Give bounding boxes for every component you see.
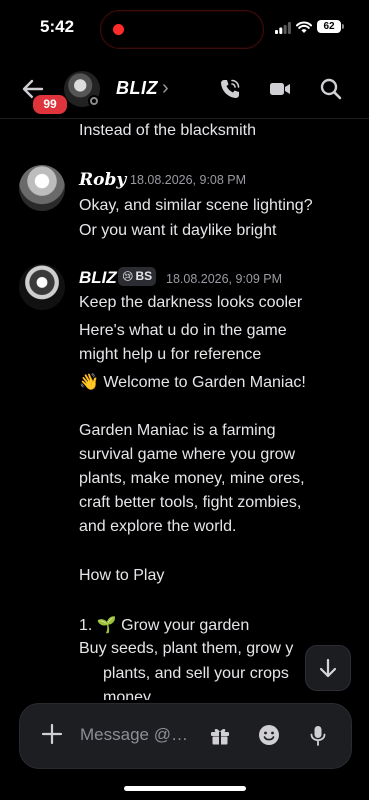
avatar[interactable]: [19, 165, 65, 211]
video-call-icon[interactable]: [268, 77, 292, 101]
message-text: 1. 🌱 Grow your garden: [79, 617, 250, 634]
message-timestamp: 18.08.2026, 9:09 PM: [166, 272, 283, 286]
home-indicator: [124, 786, 246, 791]
arrow-down-icon: [319, 658, 337, 678]
status-bar: 5:42 62: [0, 0, 369, 56]
message-timestamp: 18.08.2026, 9:08 PM: [130, 173, 247, 187]
user-tag: 😢 BS: [118, 267, 157, 286]
username[interactable]: BLIZ: [79, 268, 117, 288]
offline-status-icon: [88, 95, 100, 107]
message-input[interactable]: Message @…: [80, 725, 188, 745]
channel-title[interactable]: BLIZ: [116, 78, 158, 99]
recording-dot-icon: [113, 24, 124, 35]
message-text: Keep the darkness looks cooler: [79, 294, 303, 311]
unread-badge: 99: [31, 93, 69, 116]
status-time: 5:42: [40, 17, 75, 36]
message-text: Or you want it daylike bright: [79, 222, 277, 239]
message-text: plants, and sell your crops: [103, 665, 289, 682]
message-text: plants, make money, mine ores,: [79, 470, 305, 487]
message-text: might help u for reference: [79, 346, 262, 363]
message-text: 👋 Welcome to Garden Maniac!: [79, 374, 306, 391]
message-composer[interactable]: Message @…: [19, 703, 352, 769]
emoji-icon[interactable]: [258, 724, 280, 746]
message-text: Instead of the blacksmith: [79, 122, 256, 139]
battery-icon: 62: [317, 20, 344, 33]
cellular-signal-icon: [275, 22, 291, 34]
search-icon[interactable]: [319, 77, 343, 101]
message-text: Garden Maniac is a farming: [79, 422, 276, 439]
microphone-icon[interactable]: [307, 724, 329, 746]
composer: Message @…: [0, 700, 369, 800]
message-list[interactable]: Instead of the blacksmith Roby 18.08.202…: [0, 119, 369, 701]
dynamic-island: [100, 10, 264, 49]
message-text: Buy seeds, plant them, grow y: [79, 640, 294, 657]
avatar[interactable]: [19, 264, 65, 310]
scroll-to-bottom-button[interactable]: [305, 645, 351, 691]
message-text: Here's what u do in the game: [79, 322, 287, 339]
message-text: How to Play: [79, 567, 165, 584]
plus-icon[interactable]: [41, 723, 63, 745]
wifi-icon: [296, 21, 312, 33]
message-text: and explore the world.: [79, 518, 237, 535]
dm-header: 99 BLIZ ›: [0, 60, 369, 119]
message-text: Okay, and similar scene lighting?: [79, 197, 313, 214]
chevron-right-icon[interactable]: ›: [162, 77, 169, 100]
voice-call-icon[interactable]: [218, 77, 242, 101]
tag-emoji: 😢: [122, 271, 134, 283]
username[interactable]: Roby: [79, 170, 126, 190]
message-text: survival game where you grow: [79, 446, 296, 463]
gift-icon[interactable]: [209, 724, 231, 746]
message-text: craft better tools, fight zombies,: [79, 494, 302, 511]
tag-text: BS: [135, 269, 153, 283]
